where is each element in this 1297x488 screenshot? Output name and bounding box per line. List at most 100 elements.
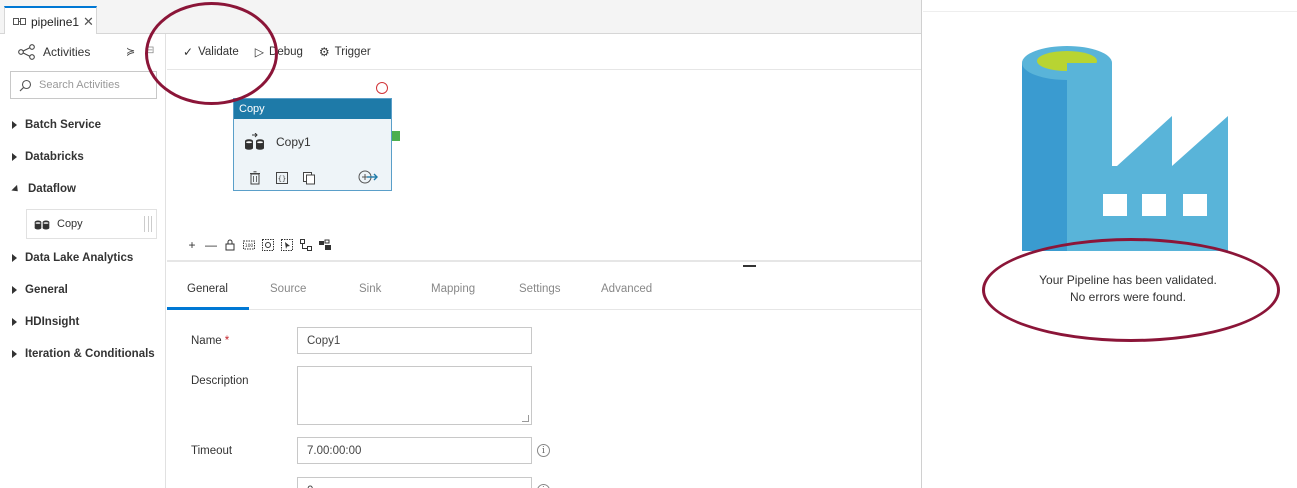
timeout-label: Timeout — [191, 445, 233, 457]
tab-settings[interactable]: Settings — [519, 283, 561, 295]
name-label-text: Name — [191, 335, 222, 347]
pin-icon[interactable]: ⊟ — [146, 45, 154, 56]
category-databricks[interactable]: Databricks — [12, 147, 84, 167]
svg-text:{}: {} — [278, 175, 286, 183]
expand-icon — [12, 286, 17, 294]
expand-icon — [12, 121, 17, 129]
node-error-indicator — [376, 82, 388, 94]
description-label: Description — [191, 375, 249, 387]
clone-icon[interactable] — [302, 171, 316, 185]
trigger-button[interactable]: ⚙ Trigger — [319, 45, 371, 59]
adf-authoring-workspace: pipeline1 ✕ Activities ≽ ⊟ Search Activi… — [0, 0, 922, 488]
panel-divider — [923, 11, 1297, 12]
properties-tabs: General Source Sink Mapping Settings Adv… — [167, 272, 921, 310]
node-type-label: Copy — [234, 99, 391, 119]
category-label: Iteration & Conditionals — [25, 348, 155, 360]
expand-icon — [12, 254, 17, 262]
activities-panel: Activities ≽ ⊟ Batch Service Databricks … — [0, 34, 166, 488]
active-tab-indicator — [167, 307, 249, 310]
info-icon[interactable]: i — [537, 484, 550, 488]
category-general[interactable]: General — [12, 280, 68, 300]
resize-handle-icon[interactable] — [522, 415, 529, 422]
name-label: Name * — [191, 335, 229, 347]
name-input[interactable] — [297, 327, 532, 354]
category-label: Batch Service — [25, 119, 102, 131]
select-icon[interactable] — [281, 239, 293, 251]
debug-label: Debug — [269, 45, 303, 58]
node-success-handle[interactable] — [392, 131, 400, 141]
category-label: Databricks — [25, 151, 84, 163]
category-iteration-conditionals[interactable]: Iteration & Conditionals — [12, 344, 155, 364]
collapse-all-icon[interactable]: ≽ — [126, 45, 135, 58]
close-icon[interactable]: ✕ — [83, 15, 94, 28]
copy-activity-node[interactable]: Copy Copy1 {} — [233, 98, 392, 191]
tab-label: pipeline1 — [31, 14, 80, 29]
lock-icon[interactable] — [224, 239, 236, 251]
category-label: General — [25, 284, 68, 296]
search-activities-input[interactable] — [39, 79, 149, 91]
expand-icon — [12, 350, 17, 358]
collapse-icon — [11, 184, 21, 194]
code-icon[interactable]: {} — [275, 171, 289, 185]
checkmark-icon: ✓ — [183, 44, 194, 59]
category-hdinsight[interactable]: HDInsight — [12, 312, 79, 332]
pipeline-canvas[interactable]: Copy Copy1 {} — [167, 71, 921, 261]
zoom-out-icon[interactable]: — — [205, 238, 217, 252]
trigger-icon: ⚙ — [318, 44, 330, 59]
play-icon: ▷ — [254, 44, 265, 59]
tab-pipeline1[interactable]: pipeline1 ✕ — [4, 6, 97, 35]
activity-item-label: Copy — [57, 218, 83, 230]
description-textarea[interactable] — [297, 366, 532, 425]
activities-icon — [18, 44, 35, 60]
category-data-lake-analytics[interactable]: Data Lake Analytics — [12, 248, 133, 268]
canvas-divider — [167, 260, 921, 262]
validation-output-panel: Your Pipeline has been validated. No err… — [923, 0, 1297, 488]
copy-activity-icon — [34, 220, 50, 230]
pipeline-icon — [13, 18, 26, 25]
canvas-controls: + — 100 — [186, 236, 338, 254]
drag-handle-icon[interactable] — [144, 216, 152, 232]
category-label: HDInsight — [25, 316, 80, 328]
validate-button[interactable]: ✓ Validate — [183, 45, 239, 59]
retry-input[interactable] — [297, 477, 532, 488]
tab-source[interactable]: Source — [270, 283, 306, 295]
tab-mapping[interactable]: Mapping — [431, 283, 475, 295]
tab-sink[interactable]: Sink — [359, 283, 381, 295]
validation-message-line2: No errors were found. — [1069, 290, 1187, 304]
expand-icon — [12, 153, 17, 161]
delete-icon[interactable] — [248, 171, 262, 185]
node-name: Copy1 — [276, 135, 311, 149]
zoom-in-icon[interactable]: + — [186, 238, 198, 252]
tab-strip: pipeline1 ✕ — [0, 0, 921, 35]
category-label: Dataflow — [28, 183, 76, 195]
trigger-label: Trigger — [334, 45, 371, 58]
expand-icon — [12, 318, 17, 326]
minimap-icon[interactable] — [319, 239, 331, 251]
debug-button[interactable]: ▷ Debug — [255, 45, 303, 59]
activities-title: Activities — [43, 45, 91, 59]
add-output-icon[interactable] — [357, 169, 379, 185]
data-factory-icon — [1022, 46, 1228, 251]
info-icon[interactable]: i — [537, 444, 550, 457]
activity-item-copy[interactable]: Copy — [26, 209, 157, 239]
activities-search[interactable] — [10, 71, 157, 99]
panel-splitter[interactable] — [743, 265, 756, 267]
activities-header: Activities ≽ ⊟ — [0, 34, 166, 70]
svg-text:100: 100 — [245, 243, 254, 249]
category-dataflow[interactable]: Dataflow — [11, 179, 76, 199]
search-icon — [19, 79, 32, 91]
zoom-100-icon[interactable]: 100 — [243, 239, 255, 251]
category-batch-service[interactable]: Batch Service — [12, 115, 101, 135]
auto-align-icon[interactable] — [300, 239, 312, 251]
required-mark: * — [224, 335, 230, 347]
tab-advanced[interactable]: Advanced — [601, 283, 652, 295]
validate-label: Validate — [198, 45, 239, 58]
category-label: Data Lake Analytics — [25, 252, 134, 264]
zoom-fit-icon[interactable] — [262, 239, 274, 251]
tab-general[interactable]: General — [187, 283, 228, 295]
timeout-input[interactable] — [297, 437, 532, 464]
copy-activity-icon — [245, 133, 264, 150]
validation-message-line1: Your Pipeline has been validated. — [1039, 273, 1217, 287]
pipeline-toolbar: ✓ Validate ▷ Debug ⚙ Trigger — [167, 34, 921, 70]
node-actions: {} — [248, 171, 329, 185]
